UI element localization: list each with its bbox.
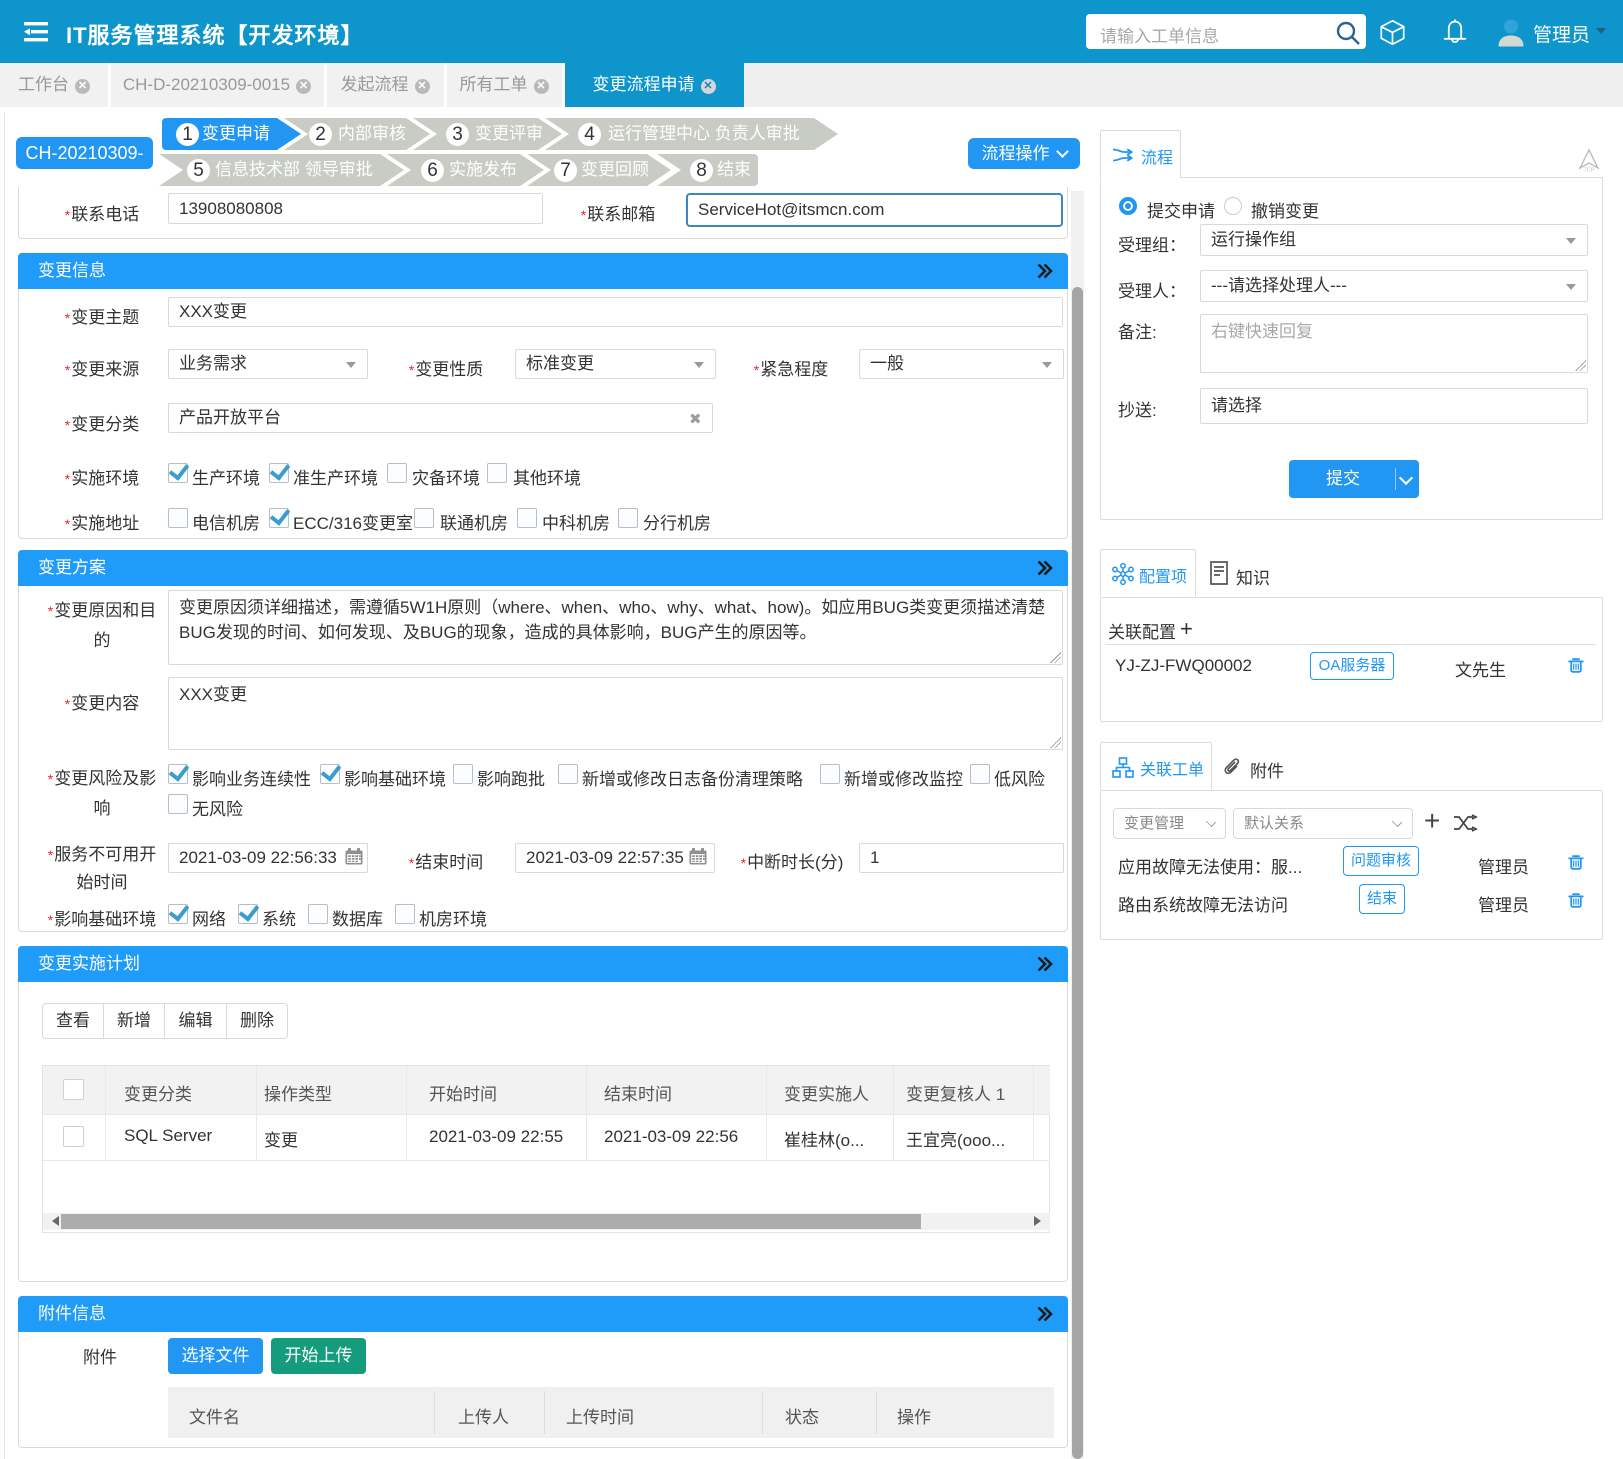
svg-text:TCP: TCP: [1584, 168, 1595, 174]
